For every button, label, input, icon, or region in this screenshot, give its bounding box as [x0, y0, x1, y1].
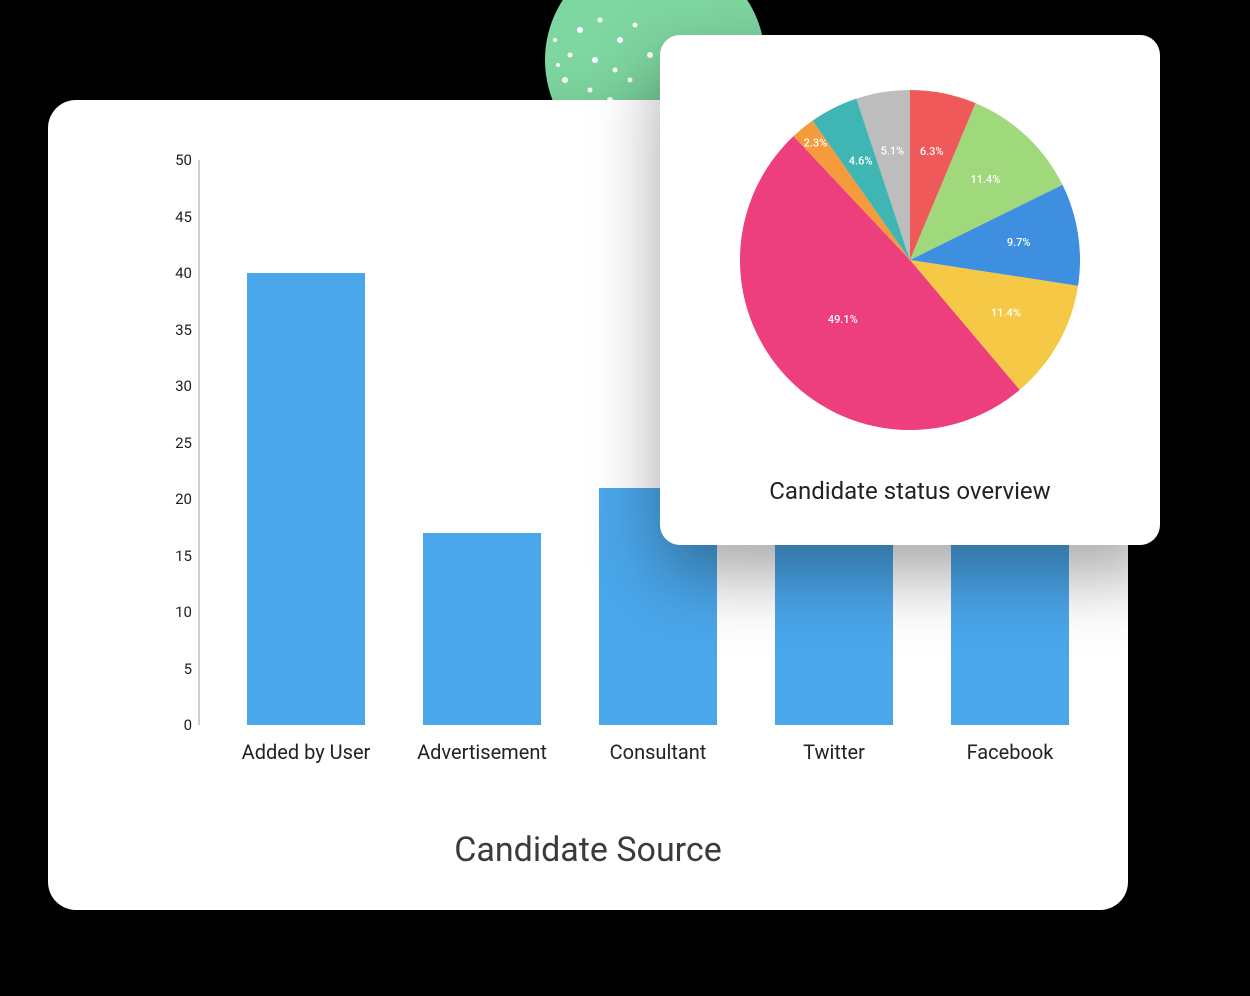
- pie-slice-label: 4.6%: [849, 155, 873, 168]
- x-tick-label: Advertisement: [392, 740, 572, 764]
- bar: [951, 544, 1069, 725]
- y-tick-label: 35: [152, 321, 192, 339]
- y-tick-label: 5: [152, 660, 192, 678]
- pie-slice-label: 11.4%: [991, 307, 1021, 320]
- y-tick-label: 45: [152, 208, 192, 226]
- bar: [423, 533, 541, 725]
- bar-chart-title: Candidate Source: [48, 830, 1128, 870]
- x-axis-labels: Added by UserAdvertisementConsultantTwit…: [198, 740, 1078, 770]
- bar: [247, 273, 365, 725]
- x-tick-label: Consultant: [568, 740, 748, 764]
- y-tick-label: 0: [152, 716, 192, 734]
- pie-chart-title: Candidate status overview: [660, 477, 1160, 505]
- y-tick-label: 50: [152, 151, 192, 169]
- y-tick-label: 20: [152, 490, 192, 508]
- bar: [775, 544, 893, 725]
- y-tick-label: 15: [152, 547, 192, 565]
- pie-slice-label: 6.3%: [920, 145, 944, 158]
- x-tick-label: Facebook: [920, 740, 1100, 764]
- pie-slice-label: 49.1%: [828, 313, 858, 326]
- x-tick-label: Twitter: [744, 740, 924, 764]
- y-tick-label: 40: [152, 264, 192, 282]
- y-tick-label: 30: [152, 377, 192, 395]
- y-tick-label: 25: [152, 434, 192, 452]
- pie-slice-label: 5.1%: [881, 144, 905, 157]
- y-axis-ticks: 05101520253035404550: [148, 160, 194, 725]
- x-tick-label: Added by User: [216, 740, 396, 764]
- y-tick-label: 10: [152, 603, 192, 621]
- pie-slice-label: 2.3%: [804, 137, 828, 150]
- pie-chart-card: 6.3% 11.4% 9.7% 11.4% 49.1% 2.3% 4.6% 5.1% Cand…: [660, 35, 1160, 545]
- pie-slice-label: 9.7%: [1007, 236, 1031, 249]
- pie-slice-label: 11.4%: [970, 173, 1000, 186]
- pie-chart: 6.3% 11.4% 9.7% 11.4% 49.1% 2.3% 4.6% 5.1%: [730, 80, 1090, 440]
